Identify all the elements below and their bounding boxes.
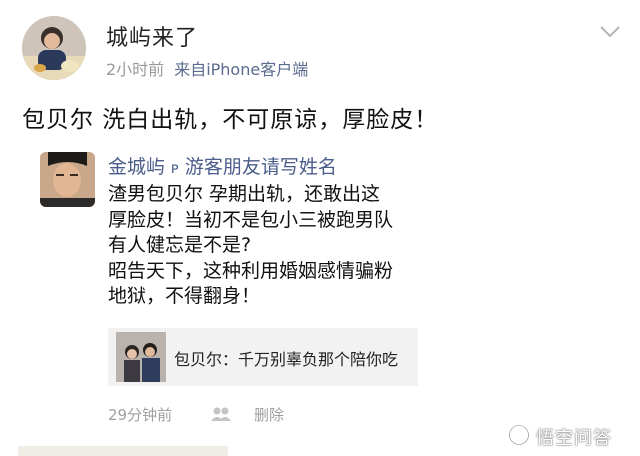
logo-icon: [508, 424, 530, 446]
people-icon[interactable]: [210, 406, 232, 422]
delete-button[interactable]: 删除: [254, 404, 284, 425]
post-source[interactable]: 来自iPhone客户端: [174, 60, 308, 79]
share-card-text: 包贝尔：千万别辜负那个陪你吃: [174, 350, 399, 369]
repost-comment: 金城屿 ᴘ 游客朋友请写姓名 渣男包贝尔 孕期出轨，还敢出这 厚脸皮！当初不是包小三…: [0, 142, 640, 456]
post-time: 2小时前: [106, 60, 165, 79]
repost-body: 渣男包贝尔 孕期出轨，还敢出这 厚脸皮！当初不是包小三被跑男队 有人健忘是不是?…: [108, 182, 420, 310]
repost-line: 昭告天下，这种利用婚姻感情骗粉: [108, 259, 394, 282]
shared-link-card[interactable]: 包贝尔：千万别辜负那个陪你吃: [108, 328, 418, 386]
repost-line: 地狱，不得翻身！: [108, 285, 261, 307]
post-username[interactable]: 城屿来了: [106, 20, 198, 52]
post-meta: 2小时前 来自iPhone客户端: [106, 56, 308, 80]
repost-line: 有人健忘是不是?: [108, 234, 252, 256]
post-text: 包贝尔 洗白出轨，不可原谅，厚脸皮！: [22, 107, 439, 133]
at-link-icon: ᴘ: [171, 159, 179, 177]
user-avatar[interactable]: [22, 16, 86, 80]
chevron-down-icon[interactable]: [598, 24, 622, 40]
next-item-edge: [18, 446, 228, 456]
repost-avatar[interactable]: [40, 152, 95, 207]
post-header: 城屿来了 2小时前 来自iPhone客户端: [0, 0, 640, 90]
repost-time: 29分钟前: [108, 406, 173, 424]
text-fade: [400, 182, 420, 312]
repost-line: 厚脸皮！当初不是包小三被跑男队: [108, 208, 394, 231]
repost-author-line: 金城屿 ᴘ 游客朋友请写姓名: [108, 152, 337, 179]
repost-reply-to[interactable]: 游客朋友请写姓名: [185, 156, 337, 178]
watermark-text: 悟空问答: [536, 428, 612, 449]
repost-author[interactable]: 金城屿: [108, 156, 165, 178]
share-thumbnail: [116, 332, 166, 382]
repost-line: 渣男包贝尔 孕期出轨，还敢出这: [108, 183, 381, 205]
